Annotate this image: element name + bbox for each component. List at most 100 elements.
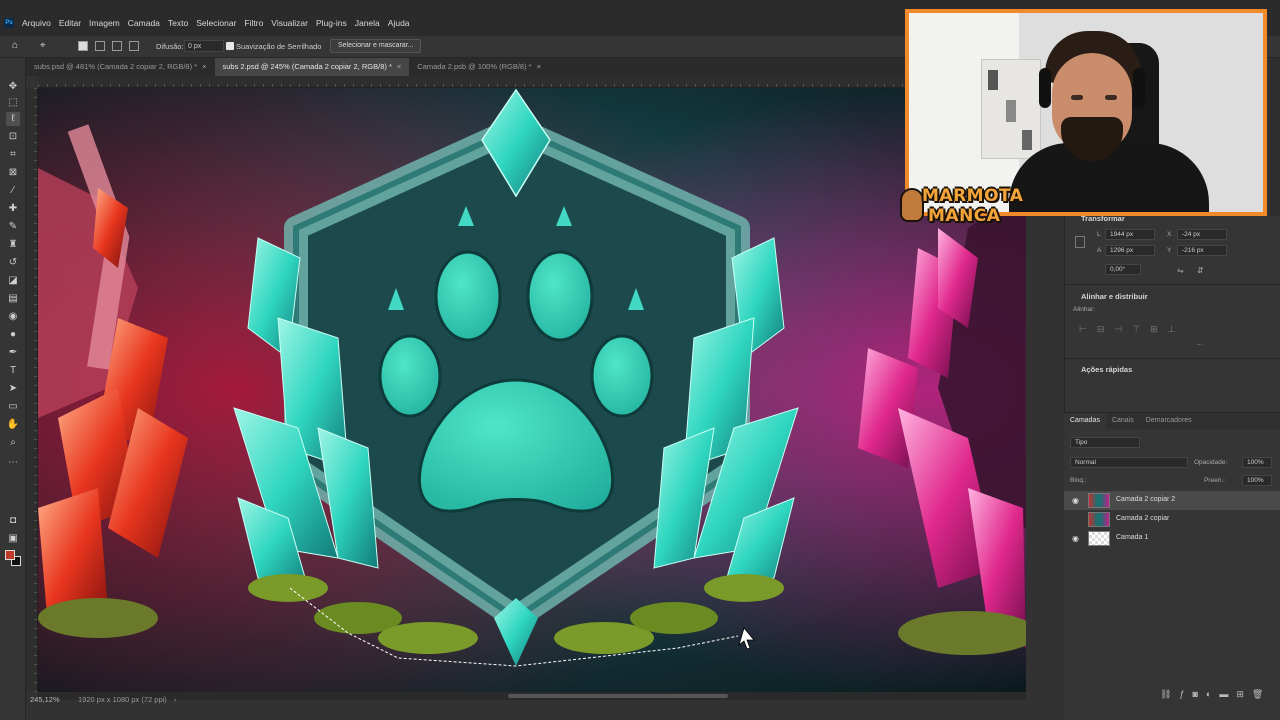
fx-icon[interactable]: ƒ — [1179, 689, 1184, 700]
tab-camada-2[interactable]: Camada 2.psb @ 100% (RGB/8) * × — [409, 58, 549, 76]
layer-row[interactable]: Camada 2 copiar — [1064, 510, 1280, 529]
layer-filter-select[interactable]: Tipo — [1070, 437, 1140, 448]
adjustment-layer-icon[interactable]: ◐ — [1206, 689, 1211, 700]
menu-visualizar[interactable]: Visualizar — [271, 18, 308, 28]
eyedropper-tool-icon[interactable]: ⁄ — [6, 184, 20, 198]
flip-horizontal-icon[interactable]: ⇋ — [1177, 266, 1184, 275]
layer-name[interactable]: Camada 1 — [1116, 534, 1148, 541]
status-menu-icon[interactable]: › — [174, 695, 177, 704]
rectangle-tool-icon[interactable]: ▭ — [6, 400, 20, 414]
height-input[interactable]: 1296 px — [1105, 245, 1155, 256]
blend-mode-select[interactable]: Normal — [1070, 457, 1188, 468]
tab-subs[interactable]: subs.psd @ 481% (Camada 2 copiar 2, RGB/… — [26, 58, 215, 76]
horizontal-scrollbar[interactable] — [38, 692, 1026, 700]
screen-mode-icon[interactable]: ▣ — [6, 532, 20, 546]
add-mask-icon[interactable]: ◙ — [1192, 689, 1197, 700]
visibility-eye-icon[interactable]: ◉ — [1072, 496, 1079, 505]
fill-input[interactable]: 100% — [1242, 475, 1272, 486]
menu-plugins[interactable]: Plug-ins — [316, 18, 347, 28]
layer-name[interactable]: Camada 2 copiar — [1116, 515, 1169, 522]
path-select-tool-icon[interactable]: ➤ — [6, 382, 20, 396]
align-middle-v-icon[interactable]: ⊞ — [1150, 324, 1158, 335]
crop-tool-icon[interactable]: ⌗ — [6, 148, 20, 162]
eraser-tool-icon[interactable]: ◪ — [6, 274, 20, 288]
pen-tool-icon[interactable]: ✒ — [6, 346, 20, 360]
y-input[interactable]: -216 px — [1177, 245, 1227, 256]
link-layers-icon[interactable]: ⛓ — [1160, 689, 1171, 700]
layer-name[interactable]: Camada 2 copiar 2 — [1116, 496, 1175, 503]
foreground-color-swatch[interactable] — [5, 550, 15, 560]
close-icon[interactable]: × — [202, 62, 206, 71]
dodge-tool-icon[interactable]: ● — [6, 328, 20, 342]
new-selection-icon[interactable] — [78, 41, 88, 51]
select-and-mask-button[interactable]: Selecionar e mascarar... — [330, 39, 422, 53]
opacity-input[interactable]: 100% — [1242, 457, 1272, 468]
zoom-tool-icon[interactable]: ⌕ — [6, 436, 20, 450]
object-select-tool-icon[interactable]: ⊡ — [6, 130, 20, 144]
gradient-tool-icon[interactable]: ▤ — [6, 292, 20, 306]
layer-row[interactable]: ◉ Camada 1 — [1064, 529, 1280, 548]
menu-editar[interactable]: Editar — [59, 18, 81, 28]
menu-imagem[interactable]: Imagem — [89, 18, 120, 28]
menu-camada[interactable]: Camada — [128, 18, 160, 28]
align-right-icon[interactable]: ⊣ — [1114, 324, 1122, 335]
document-canvas[interactable] — [38, 88, 1026, 692]
close-icon[interactable]: × — [537, 62, 541, 71]
more-tools-icon[interactable]: ⋯ — [6, 456, 20, 470]
new-group-icon[interactable]: ▬ — [1219, 689, 1228, 700]
intersect-selection-icon[interactable] — [129, 41, 139, 51]
blur-tool-icon[interactable]: ◉ — [6, 310, 20, 324]
vertical-ruler[interactable] — [26, 88, 38, 692]
menu-selecionar[interactable]: Selecionar — [196, 18, 236, 28]
new-layer-icon[interactable]: ⊞ — [1236, 689, 1244, 700]
antialias-checkbox[interactable] — [226, 42, 234, 50]
width-input[interactable]: 1944 px — [1105, 229, 1155, 240]
history-brush-tool-icon[interactable]: ↺ — [6, 256, 20, 270]
flip-vertical-icon[interactable]: ⇵ — [1197, 266, 1204, 275]
brush-tool-icon[interactable]: ✎ — [6, 220, 20, 234]
menu-janela[interactable]: Janela — [355, 18, 380, 28]
stamp-tool-icon[interactable]: ♜ — [6, 238, 20, 252]
layer-row[interactable]: ◉ Camada 2 copiar 2 — [1064, 491, 1280, 510]
more-options-button[interactable]: ... — [1197, 340, 1202, 347]
align-section-title[interactable]: Alinhar e distribuir — [1081, 292, 1148, 301]
close-icon[interactable]: × — [397, 62, 401, 71]
headset-icon — [1133, 68, 1145, 108]
hand-tool-icon[interactable]: ✋ — [6, 418, 20, 432]
quick-mask-icon[interactable]: ◘ — [6, 514, 20, 528]
scrollbar-thumb[interactable] — [508, 694, 728, 698]
align-bottom-icon[interactable]: ⊥ — [1168, 324, 1176, 335]
link-icon[interactable] — [1075, 236, 1085, 248]
tab-channels[interactable]: Canais — [1106, 413, 1140, 429]
tab-paths[interactable]: Demarcadores — [1140, 413, 1198, 429]
type-tool-icon[interactable]: T — [6, 364, 20, 378]
x-input[interactable]: -24 px — [1177, 229, 1227, 240]
home-icon[interactable]: ⌂ — [12, 40, 24, 52]
tab-subs-2[interactable]: subs 2.psd @ 245% (Camada 2 copiar 2, RG… — [214, 58, 410, 76]
menu-arquivo[interactable]: Arquivo — [22, 18, 51, 28]
layers-footer-actions: ⛓ ƒ ◙ ◐ ▬ ⊞ 🗑 — [1160, 689, 1263, 700]
panel-divider — [1065, 358, 1280, 359]
lasso-tool-icon[interactable]: ℓ — [6, 112, 20, 126]
horizontal-ruler[interactable] — [38, 76, 906, 88]
tab-layers[interactable]: Camadas — [1064, 413, 1106, 429]
align-center-h-icon[interactable]: ⊟ — [1097, 324, 1105, 335]
menu-texto[interactable]: Texto — [168, 18, 188, 28]
angle-input[interactable]: 0,00° — [1105, 264, 1141, 275]
delete-layer-icon[interactable]: 🗑 — [1252, 689, 1263, 700]
zoom-level[interactable]: 245,12% — [30, 695, 60, 704]
polygonal-lasso-icon[interactable]: ⌖ — [40, 40, 46, 51]
subtract-selection-icon[interactable] — [112, 41, 122, 51]
menu-ajuda[interactable]: Ajuda — [388, 18, 410, 28]
align-left-icon[interactable]: ⊢ — [1079, 324, 1087, 335]
marquee-tool-icon[interactable]: ⬚ — [6, 96, 20, 110]
menu-filtro[interactable]: Filtro — [244, 18, 263, 28]
healing-tool-icon[interactable]: ✚ — [6, 202, 20, 216]
quick-actions-section-title[interactable]: Ações rápidas — [1081, 365, 1132, 374]
visibility-eye-icon[interactable]: ◉ — [1072, 534, 1079, 543]
align-top-icon[interactable]: ⊤ — [1132, 324, 1140, 335]
add-selection-icon[interactable] — [95, 41, 105, 51]
feather-input[interactable]: 0 px — [184, 40, 224, 52]
move-tool-icon[interactable]: ✥ — [6, 80, 20, 94]
frame-tool-icon[interactable]: ⊠ — [6, 166, 20, 180]
